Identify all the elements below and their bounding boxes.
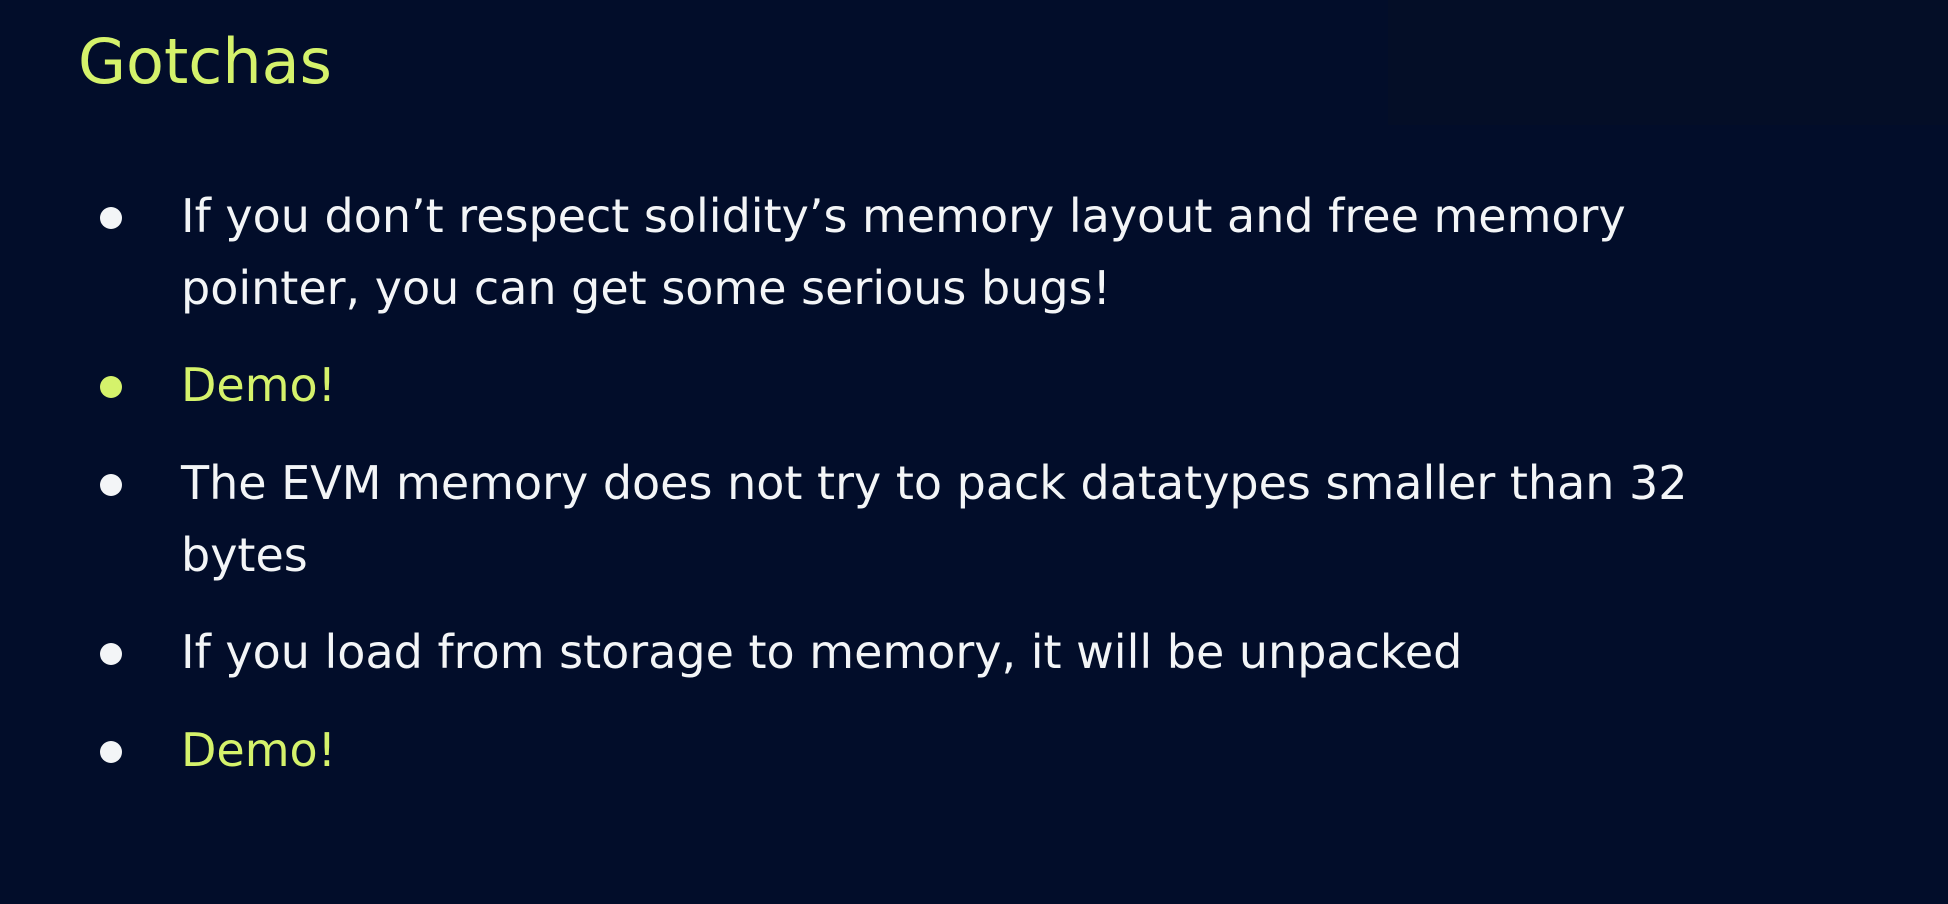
bullet-item: The EVM memory does not try to pack data…: [100, 447, 1881, 591]
bullet-item: If you load from storage to memory, it w…: [100, 616, 1881, 688]
bullet-dot-icon: [100, 474, 122, 496]
bullet-item-demo: Demo!: [100, 349, 1881, 421]
bullet-line: If you load from storage to memory, it w…: [181, 625, 1463, 679]
bullet-line: The EVM memory does not try to pack data…: [181, 456, 1688, 510]
bullet-list: If you don’t respect solidity’s memory l…: [0, 0, 1948, 904]
bullet-line: bytes: [181, 528, 308, 582]
bullet-line: Demo!: [181, 358, 337, 412]
bullet-dot-icon: [100, 207, 122, 229]
bullet-dot-icon: [100, 376, 122, 398]
bullet-item-demo: Demo!: [100, 714, 1881, 786]
bullet-line: If you don’t respect solidity’s memory l…: [181, 189, 1626, 243]
bullet-dot-icon: [100, 741, 122, 763]
bullet-line: pointer, you can get some serious bugs!: [181, 261, 1111, 315]
bullet-line: Demo!: [181, 723, 337, 777]
bullet-item: If you don’t respect solidity’s memory l…: [100, 180, 1881, 324]
bullet-dot-icon: [100, 643, 122, 665]
presentation-slide: Gotchas If you don’t respect solidity’s …: [0, 0, 1948, 904]
